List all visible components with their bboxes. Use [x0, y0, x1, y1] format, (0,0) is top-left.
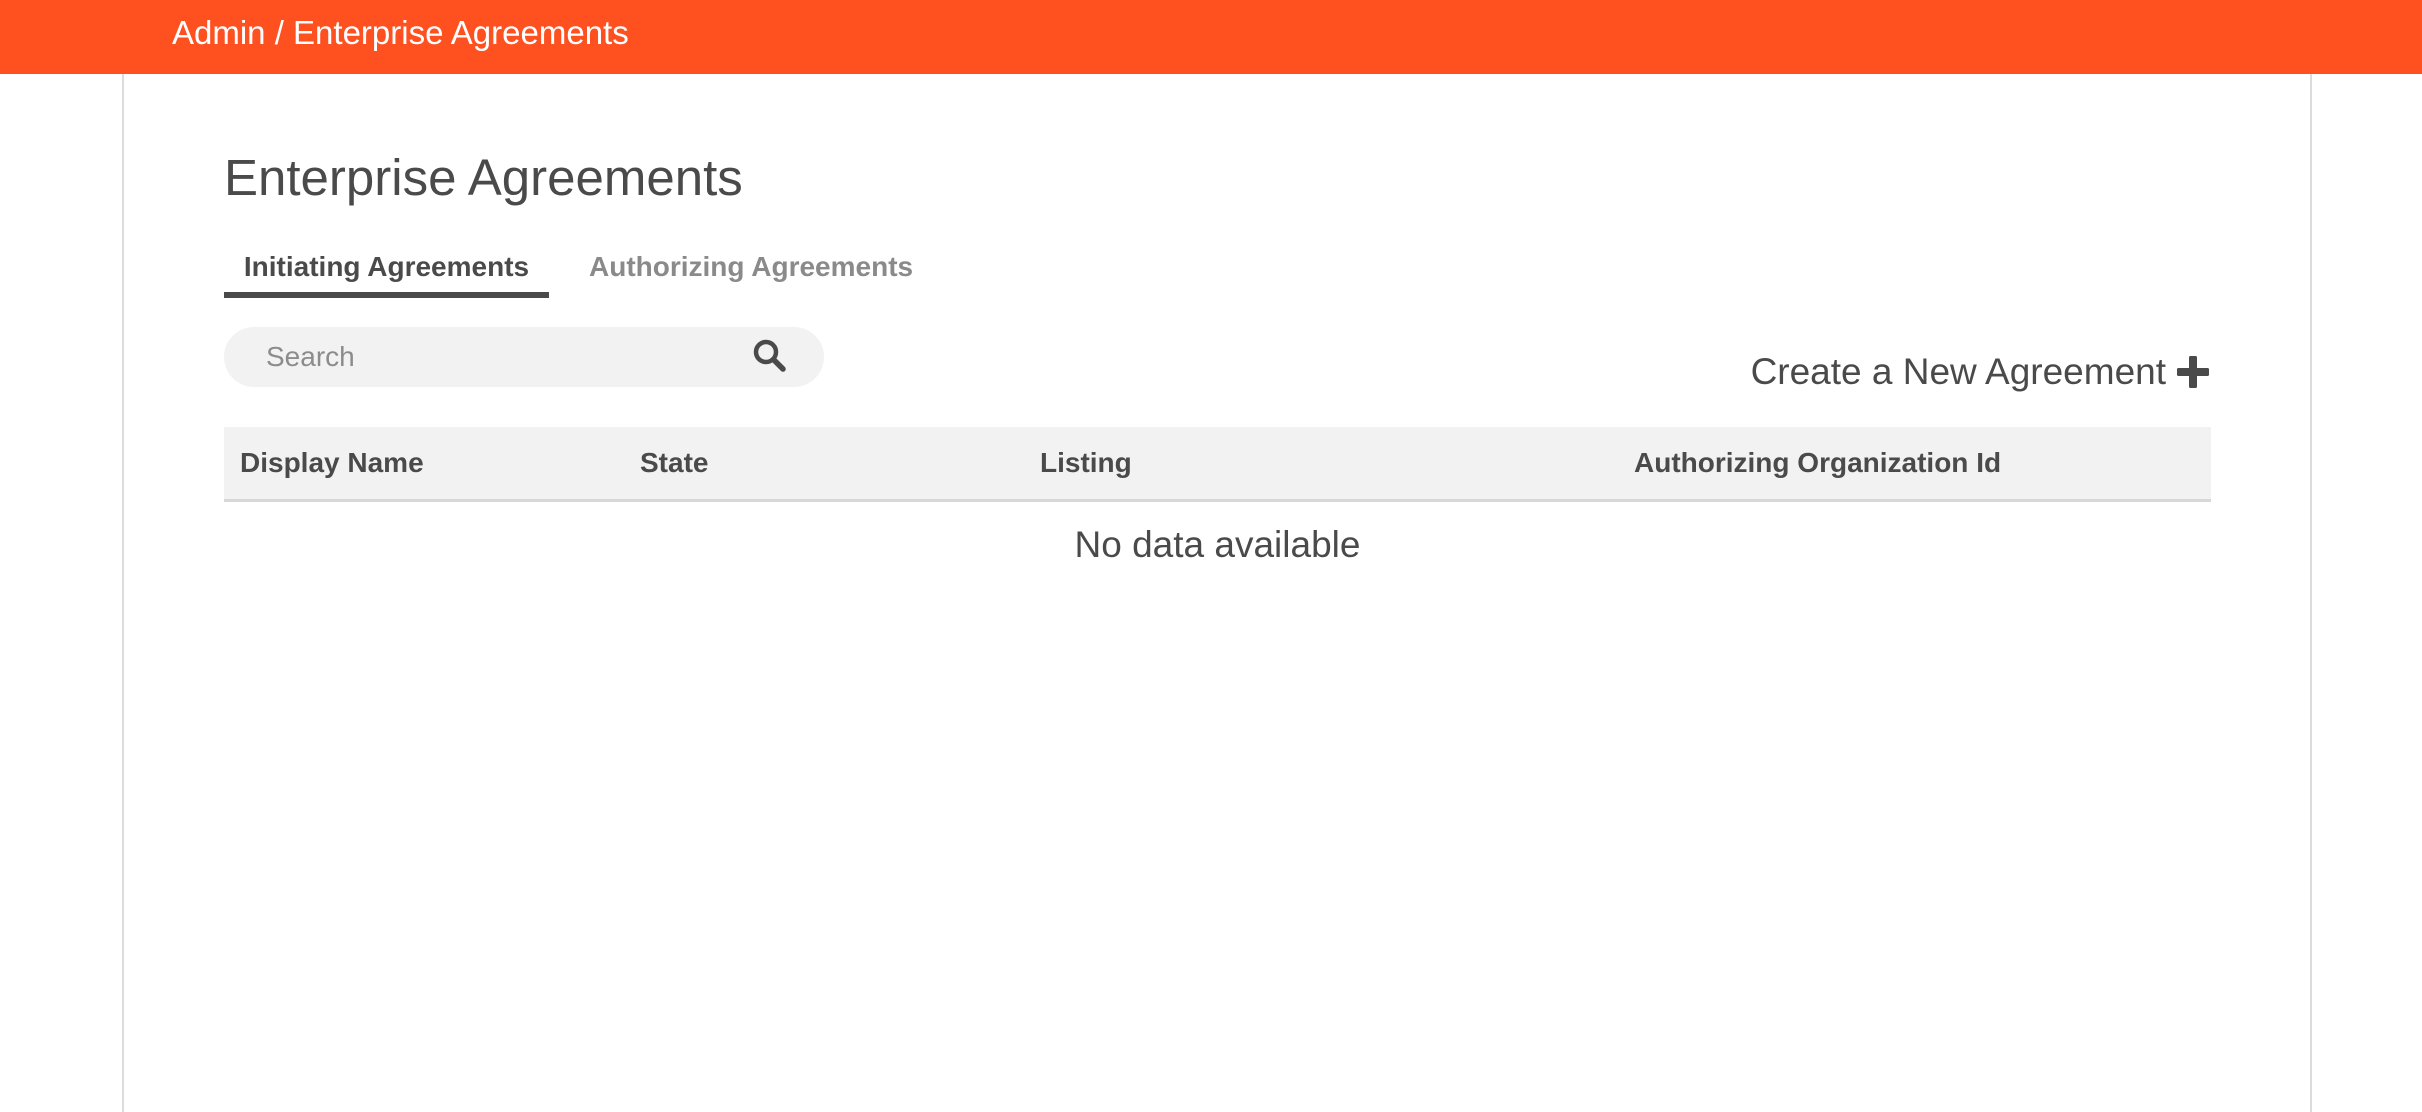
- empty-state-message: No data available: [1074, 524, 1361, 565]
- plus-icon: [2177, 356, 2209, 388]
- column-header-listing[interactable]: Listing: [1040, 427, 1132, 499]
- create-agreement-label: Create a New Agreement: [1750, 351, 2166, 392]
- tab-initiating-agreements[interactable]: Initiating Agreements: [224, 242, 549, 298]
- content-panel: [122, 74, 2312, 1112]
- breadcrumb: Admin / Enterprise Agreements: [172, 14, 629, 51]
- column-header-display-name[interactable]: Display Name: [240, 427, 424, 499]
- tab-authorizing-agreements[interactable]: Authorizing Agreements: [589, 242, 913, 298]
- search-box: [224, 327, 824, 387]
- table-header: Display Name State Listing Authorizing O…: [224, 427, 2211, 502]
- column-header-authorizing-organization-id[interactable]: Authorizing Organization Id: [1634, 427, 2001, 499]
- page-title: Enterprise Agreements: [224, 149, 743, 206]
- create-agreement-button[interactable]: Create a New Agreement: [1751, 347, 2210, 397]
- search-icon[interactable]: [752, 338, 786, 372]
- agreements-table: Display Name State Listing Authorizing O…: [224, 427, 2211, 588]
- search-input[interactable]: [266, 327, 726, 387]
- column-header-state[interactable]: State: [640, 427, 708, 499]
- top-bar: Admin / Enterprise Agreements: [0, 0, 2422, 74]
